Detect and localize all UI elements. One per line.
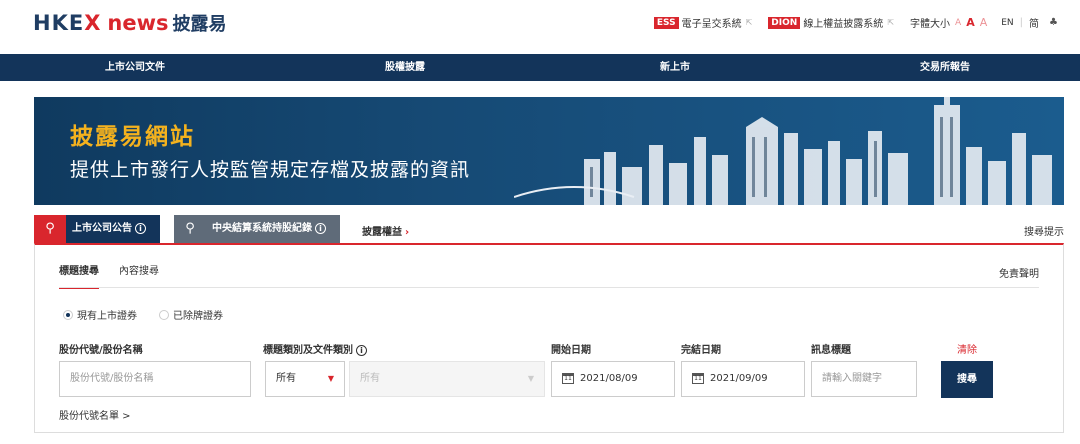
ess-tag: ESS: [653, 16, 679, 29]
disclosure-of-interests-link[interactable]: 披露權益 ›: [362, 223, 409, 238]
nav-new-listings[interactable]: 新上市: [540, 54, 810, 81]
clear-button[interactable]: 清除: [957, 341, 977, 356]
info-icon[interactable]: i: [315, 222, 326, 234]
caret-down-icon: ▼: [327, 374, 334, 383]
headline-label: 訊息標題: [811, 345, 851, 356]
external-link-icon: ⇱: [887, 18, 895, 27]
calendar-icon: 11: [562, 372, 574, 384]
start-date-label: 開始日期: [551, 345, 591, 356]
tab-ccass-shareholding[interactable]: 中央結算系統持股紀錄 i: [206, 215, 340, 243]
stock-code-input[interactable]: 股份代號/股份名稱: [59, 361, 251, 397]
lang-sc-link[interactable]: 简: [1029, 15, 1039, 30]
nav-exchange-reports[interactable]: 交易所報告: [810, 54, 1080, 81]
end-date-label: 完結日期: [681, 345, 721, 356]
radio-dot-selected: [63, 309, 73, 320]
category-select[interactable]: 所有 ▼: [265, 361, 345, 397]
search-button[interactable]: 搜尋: [941, 361, 993, 398]
font-medium-button[interactable]: A: [966, 16, 975, 29]
radio-dot: [159, 309, 169, 320]
banner-subtitle: 提供上市發行人按監管規定存檔及披露的資訊: [70, 159, 471, 181]
search-tips-link[interactable]: 搜尋提示: [1024, 223, 1064, 238]
stock-label: 股份代號/股份名稱: [59, 345, 143, 356]
end-date-input[interactable]: 11 2021/09/09: [681, 361, 805, 397]
ess-link[interactable]: 電子呈交系統: [682, 15, 742, 30]
font-size-label: 字體大小: [910, 19, 951, 30]
security-status-radios: 現有上市證券 已除牌證券: [63, 307, 245, 322]
chevron-right-icon: ›: [405, 227, 410, 238]
font-small-button[interactable]: A: [955, 18, 961, 28]
search-panel: 標題搜尋 內容搜尋 免責聲明 現有上市證券 已除牌證券 股份代號/股份名稱 標題…: [34, 243, 1064, 433]
font-large-button[interactable]: A: [980, 16, 988, 29]
top-header: HKEX news 披露易 ESS 電子呈交系統 ⇱ DION 線上權益披露系統…: [0, 0, 1080, 48]
header-tools: ESS 電子呈交系統 ⇱ DION 線上權益披露系統 ⇱ 字體大小 A A A …: [653, 15, 1058, 30]
radio-current-securities[interactable]: 現有上市證券: [63, 307, 137, 322]
city-skyline-illustration: [514, 97, 1052, 205]
tab-divider: [59, 287, 1039, 288]
info-icon[interactable]: i: [356, 344, 367, 356]
caret-down-icon: ▼: [527, 374, 534, 383]
main-nav: 上市公司文件 股權披露 新上市 交易所報告: [0, 54, 1080, 81]
stock-list-link[interactable]: 股份代號名單 >: [59, 407, 131, 422]
external-link-icon: ⇱: [745, 18, 753, 27]
document-type-select[interactable]: 所有 ▼: [349, 361, 545, 397]
bell-icon[interactable]: ♣: [1049, 17, 1058, 28]
category-label: 標題類別及文件類別 i: [263, 341, 367, 356]
info-icon[interactable]: i: [135, 222, 146, 234]
disclaimer-link[interactable]: 免責聲明: [999, 265, 1039, 280]
dion-link[interactable]: 線上權益披露系統: [803, 15, 883, 30]
lang-en-link[interactable]: EN: [1001, 18, 1013, 28]
dion-tag: DION: [768, 16, 801, 29]
search-tab-bar: ⚲ 上市公司公告 i ⚲ 中央結算系統持股紀錄 i 披露權益 › 搜尋提示: [34, 215, 1064, 243]
calendar-icon: 11: [692, 372, 704, 384]
radio-delisted-securities[interactable]: 已除牌證券: [159, 307, 223, 322]
nav-listed-company-docs[interactable]: 上市公司文件: [0, 54, 270, 81]
lang-divider: |: [1019, 17, 1024, 28]
start-date-input[interactable]: 11 2021/08/09: [551, 361, 675, 397]
search-icon[interactable]: ⚲: [34, 215, 66, 243]
search-mode-tabs: 標題搜尋 內容搜尋: [59, 262, 179, 289]
nav-disclosure-of-interests[interactable]: 股權披露: [270, 54, 540, 81]
banner-title: 披露易網站: [70, 124, 195, 150]
search-icon[interactable]: ⚲: [174, 215, 206, 243]
headline-keyword-input[interactable]: 請輸入關鍵字: [811, 361, 917, 397]
tab-headline-search[interactable]: 標題搜尋: [59, 262, 99, 289]
hkexnews-logo[interactable]: HKEX news 披露易: [33, 10, 227, 36]
hero-banner: 披露易網站 提供上市發行人按監管規定存檔及披露的資訊: [34, 97, 1064, 205]
tab-listed-company-announcements[interactable]: 上市公司公告 i: [66, 215, 160, 243]
tab-fulltext-search[interactable]: 內容搜尋: [119, 262, 159, 289]
